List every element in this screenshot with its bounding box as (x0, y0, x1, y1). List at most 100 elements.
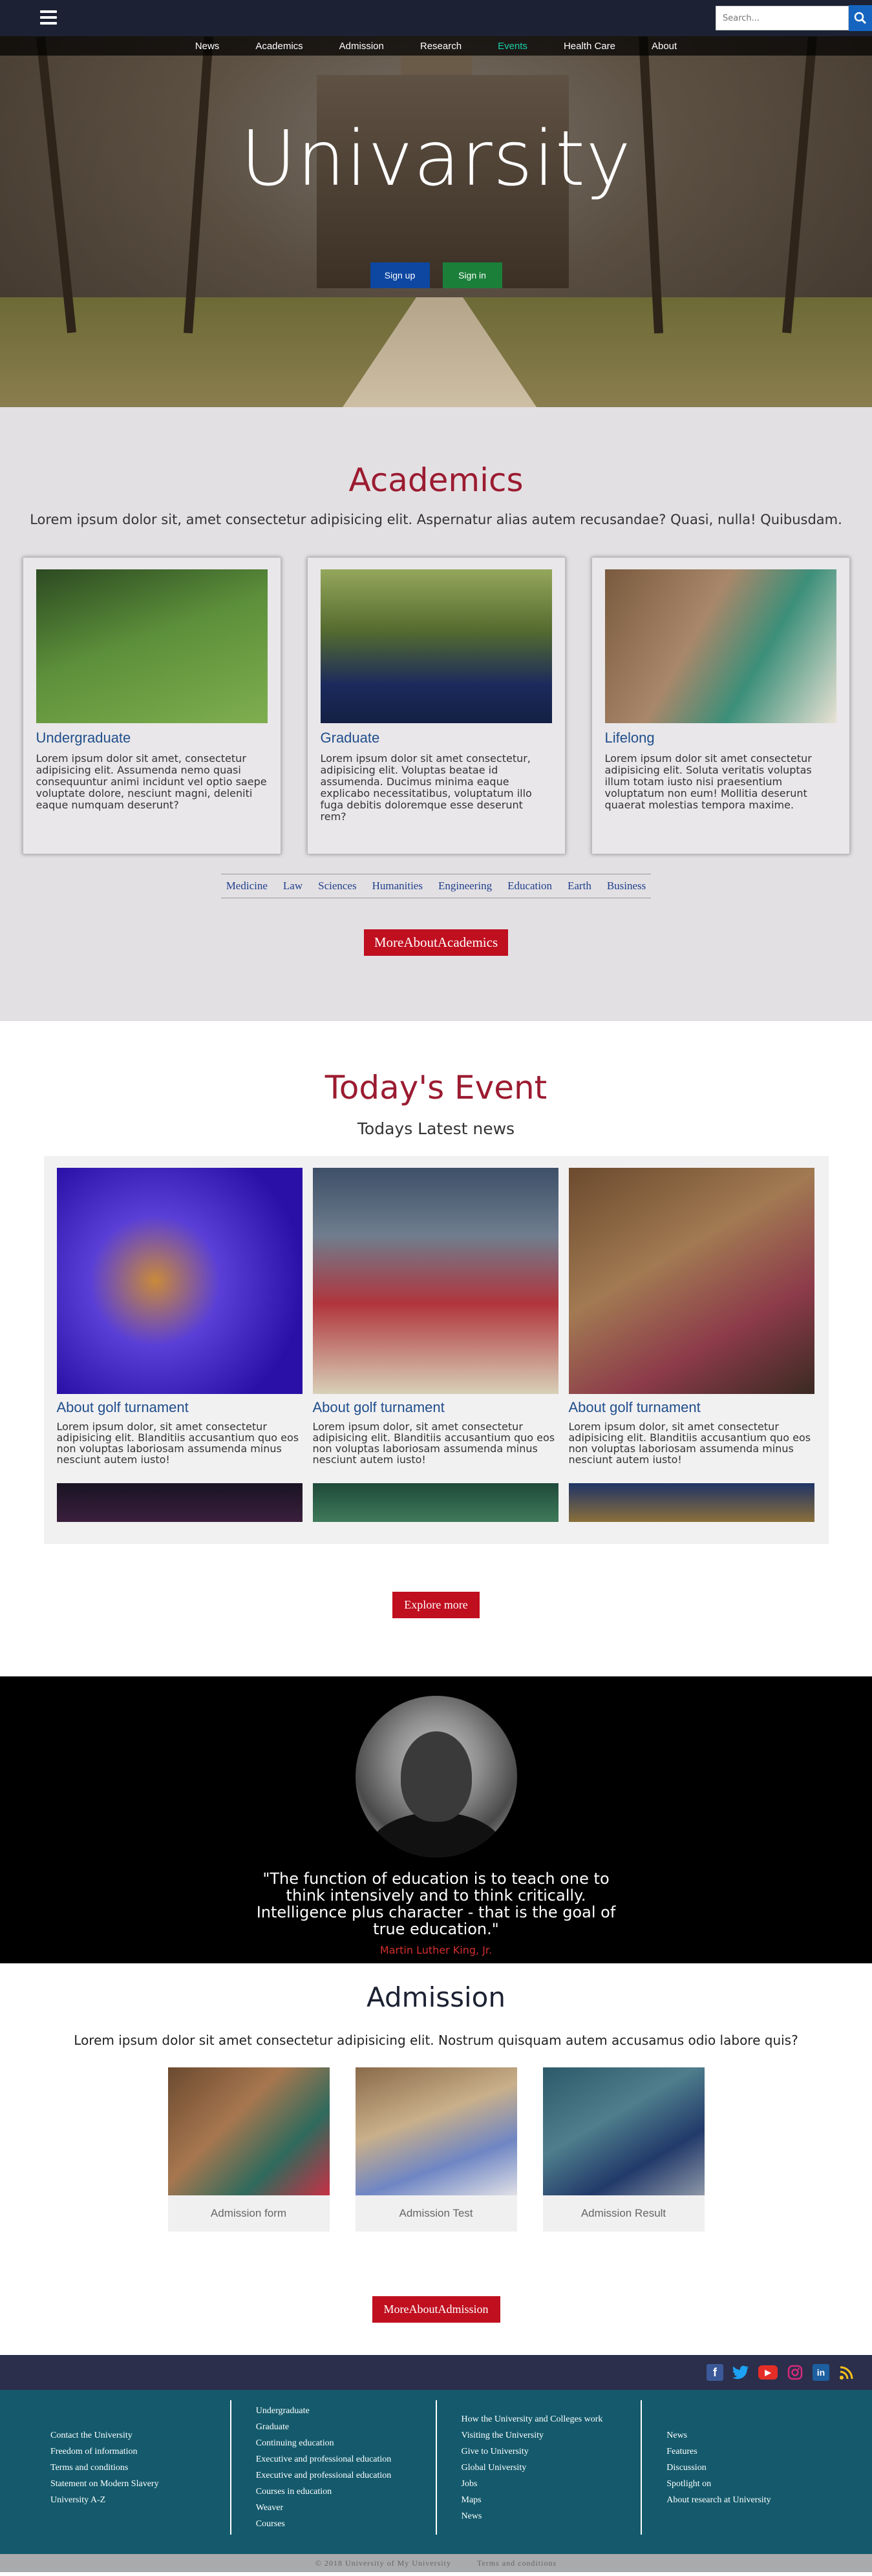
instagram-icon[interactable] (787, 2364, 803, 2381)
fields-nav: Medicine Law Sciences Humanities Enginee… (220, 874, 652, 898)
footer-link[interactable]: Global University (462, 2460, 617, 2476)
footer-link[interactable]: Spotlight on (666, 2476, 822, 2492)
nav-events[interactable]: Events (480, 41, 546, 52)
footer-link[interactable]: Freedom of information (50, 2444, 206, 2460)
admission-card[interactable]: Admission Result (542, 2067, 705, 2232)
footer-link[interactable]: News (666, 2427, 822, 2444)
search-input[interactable] (716, 6, 849, 30)
footer-link[interactable]: Jobs (462, 2476, 617, 2492)
footer-link[interactable]: Graduate (256, 2419, 411, 2435)
footer: Contact the University Freedom of inform… (0, 2390, 872, 2554)
card-title[interactable]: Graduate (321, 730, 552, 746)
footer-link[interactable]: Undergraduate (256, 2403, 411, 2419)
footer-link[interactable]: Terms and conditions (50, 2460, 206, 2476)
field-link[interactable]: Education (507, 880, 552, 892)
academic-card[interactable]: Undergraduate Lorem ipsum dolor sit amet… (22, 557, 281, 854)
footer-link[interactable]: Weaver (256, 2500, 411, 2516)
footer-link[interactable]: Discussion (666, 2460, 822, 2476)
footer-link[interactable]: Continuing education (256, 2435, 411, 2451)
admission-card-label[interactable]: Admission Test (356, 2195, 517, 2232)
concert-photo (56, 1168, 303, 1394)
more-about-academics-button[interactable]: MoreAboutAcademics (363, 929, 509, 956)
main-nav: News Academics Admission Research Events… (0, 36, 872, 56)
twitter-icon[interactable] (732, 2364, 749, 2381)
footer-column: Undergraduate Graduate Continuing educat… (231, 2400, 437, 2535)
admission-card[interactable]: Admission Test (355, 2067, 517, 2232)
admission-test-photo (355, 2067, 517, 2195)
footer-link[interactable]: How the University and Colleges work (462, 2411, 617, 2427)
footer-link[interactable]: Visiting the University (462, 2427, 617, 2444)
students-photo (36, 569, 268, 723)
search-button[interactable] (849, 5, 872, 31)
footer-column: News Features Discussion Spotlight on Ab… (642, 2400, 846, 2535)
graduate-photo (320, 569, 552, 723)
card-text: Lorem ipsum dolor sit amet, consectetur … (36, 752, 267, 811)
event-thumbnail[interactable] (312, 1483, 558, 1522)
nav-admission[interactable]: Admission (321, 41, 402, 52)
footer-link[interactable]: Statement on Modern Slavery (50, 2476, 206, 2492)
nav-research[interactable]: Research (402, 41, 480, 52)
field-link[interactable]: Humanities (372, 880, 423, 892)
footer-link[interactable]: University A-Z (50, 2492, 206, 2508)
event-title[interactable]: About golf turnament (569, 1399, 814, 1416)
facebook-icon[interactable]: f (707, 2364, 723, 2381)
footer-link[interactable]: Executive and professional education (256, 2451, 411, 2467)
terms-link[interactable]: Terms and conditions (477, 2559, 557, 2568)
field-link[interactable]: Engineering (438, 880, 492, 892)
card-text: Lorem ipsum dolor sit amet consectetur a… (604, 752, 812, 811)
field-link[interactable]: Medicine (226, 880, 268, 892)
hero-section: News Academics Admission Research Events… (0, 36, 872, 407)
explore-more-button[interactable]: Explore more (392, 1592, 480, 1618)
footer-link[interactable]: Give to University (462, 2444, 617, 2460)
academic-card[interactable]: Lifelong Lorem ipsum dolor sit amet cons… (591, 557, 850, 854)
event-card[interactable]: About golf turnament Lorem ipsum dolor, … (56, 1168, 303, 1465)
quote-section: "The function of education is to teach o… (0, 1676, 872, 1963)
nav-news[interactable]: News (177, 41, 238, 52)
field-link[interactable]: Sciences (318, 880, 356, 892)
youtube-icon[interactable]: ▶ (758, 2365, 778, 2380)
sign-up-button[interactable]: Sign up (370, 262, 430, 288)
event-title[interactable]: About golf turnament (313, 1399, 558, 1416)
section-lead: Lorem ipsum dolor sit, amet consectetur … (30, 512, 842, 527)
admission-form-photo (167, 2067, 330, 2195)
event-thumbnail[interactable] (56, 1483, 303, 1522)
admission-card-label[interactable]: Admission form (168, 2195, 330, 2232)
footer-link[interactable]: Contact the University (50, 2427, 206, 2444)
footer-link[interactable]: Courses in education (256, 2484, 411, 2500)
academic-cards: Undergraduate Lorem ipsum dolor sit amet… (0, 557, 872, 854)
footer-link[interactable]: Maps (462, 2492, 617, 2508)
card-title[interactable]: Lifelong (605, 730, 836, 746)
linkedin-icon[interactable]: in (813, 2364, 829, 2381)
nav-about[interactable]: About (633, 41, 695, 52)
event-card[interactable]: About golf turnament Lorem ipsum dolor, … (312, 1168, 558, 1465)
rss-icon[interactable] (838, 2364, 855, 2381)
footer-link[interactable]: News (462, 2508, 617, 2524)
academic-card[interactable]: Graduate Lorem ipsum dolor sit amet cons… (306, 557, 566, 854)
footer-link[interactable]: Executive and professional education (256, 2467, 411, 2484)
nav-academics[interactable]: Academics (237, 41, 321, 52)
nav-health-care[interactable]: Health Care (546, 41, 633, 52)
event-card[interactable]: About golf turnament Lorem ipsum dolor, … (568, 1168, 814, 1465)
social-bar: f ▶ in (0, 2355, 872, 2390)
field-link[interactable]: Business (607, 880, 646, 892)
menu-icon[interactable] (40, 10, 57, 25)
search-icon (854, 12, 867, 25)
sign-in-button[interactable]: Sign in (442, 262, 502, 288)
footer-link[interactable]: About research at University (666, 2492, 822, 2508)
footer-link[interactable]: Courses (256, 2516, 411, 2532)
section-subtitle: Todays Latest news (357, 1119, 515, 1138)
admission-card-label[interactable]: Admission Result (543, 2195, 705, 2232)
footer-column: Contact the University Freedom of inform… (26, 2400, 231, 2535)
search-form (716, 5, 872, 31)
event-title[interactable]: About golf turnament (57, 1399, 303, 1416)
hero-buttons: Sign up Sign in (0, 262, 872, 288)
card-title[interactable]: Undergraduate (36, 730, 268, 746)
admission-card[interactable]: Admission form (167, 2067, 330, 2232)
events-section: Today's Event Todays Latest news About g… (0, 1021, 872, 1676)
field-link[interactable]: Earth (568, 880, 591, 892)
event-thumbnail[interactable] (568, 1483, 814, 1522)
more-about-admission-button[interactable]: MoreAboutAdmission (372, 2296, 500, 2323)
footer-link[interactable]: Features (666, 2444, 822, 2460)
lecture-hall-photo (312, 1168, 558, 1394)
field-link[interactable]: Law (283, 880, 303, 892)
